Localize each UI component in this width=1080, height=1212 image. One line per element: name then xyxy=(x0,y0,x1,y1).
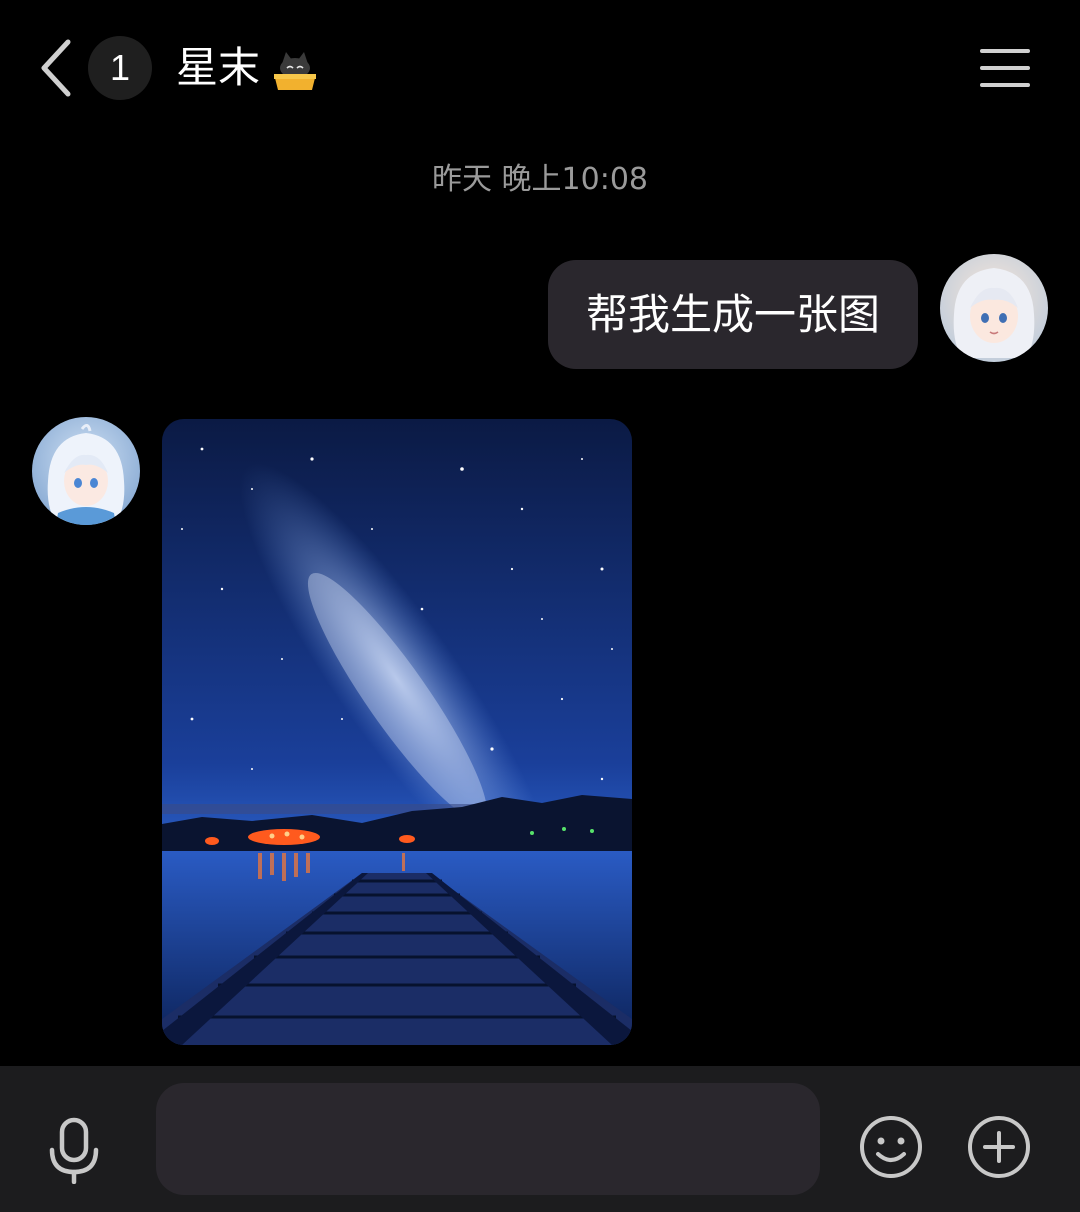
voice-input-button[interactable] xyxy=(44,1114,104,1185)
timestamp-separator: 昨天 晚上10:08 xyxy=(432,162,648,197)
avatar[interactable] xyxy=(32,417,140,525)
microphone-icon xyxy=(49,1117,99,1185)
message-input[interactable] xyxy=(156,1083,820,1195)
chat-header: 1 星末 xyxy=(0,0,1080,140)
emoji-button[interactable] xyxy=(858,1114,924,1180)
plus-circle-icon xyxy=(968,1116,1030,1178)
chat-title[interactable]: 星末 xyxy=(176,40,260,96)
smiley-icon xyxy=(860,1116,922,1178)
message-bubble-outgoing[interactable]: 帮我生成一张图 xyxy=(548,260,918,369)
unread-count-badge[interactable]: 1 xyxy=(88,36,152,100)
menu-button[interactable] xyxy=(978,46,1032,90)
more-actions-button[interactable] xyxy=(966,1114,1032,1180)
avatar[interactable] xyxy=(940,254,1048,362)
back-button[interactable] xyxy=(36,38,76,98)
cat-in-box-icon xyxy=(274,52,316,90)
hamburger-menu-icon xyxy=(980,49,1030,87)
image-message[interactable] xyxy=(162,419,632,1045)
chevron-left-icon xyxy=(41,39,71,97)
